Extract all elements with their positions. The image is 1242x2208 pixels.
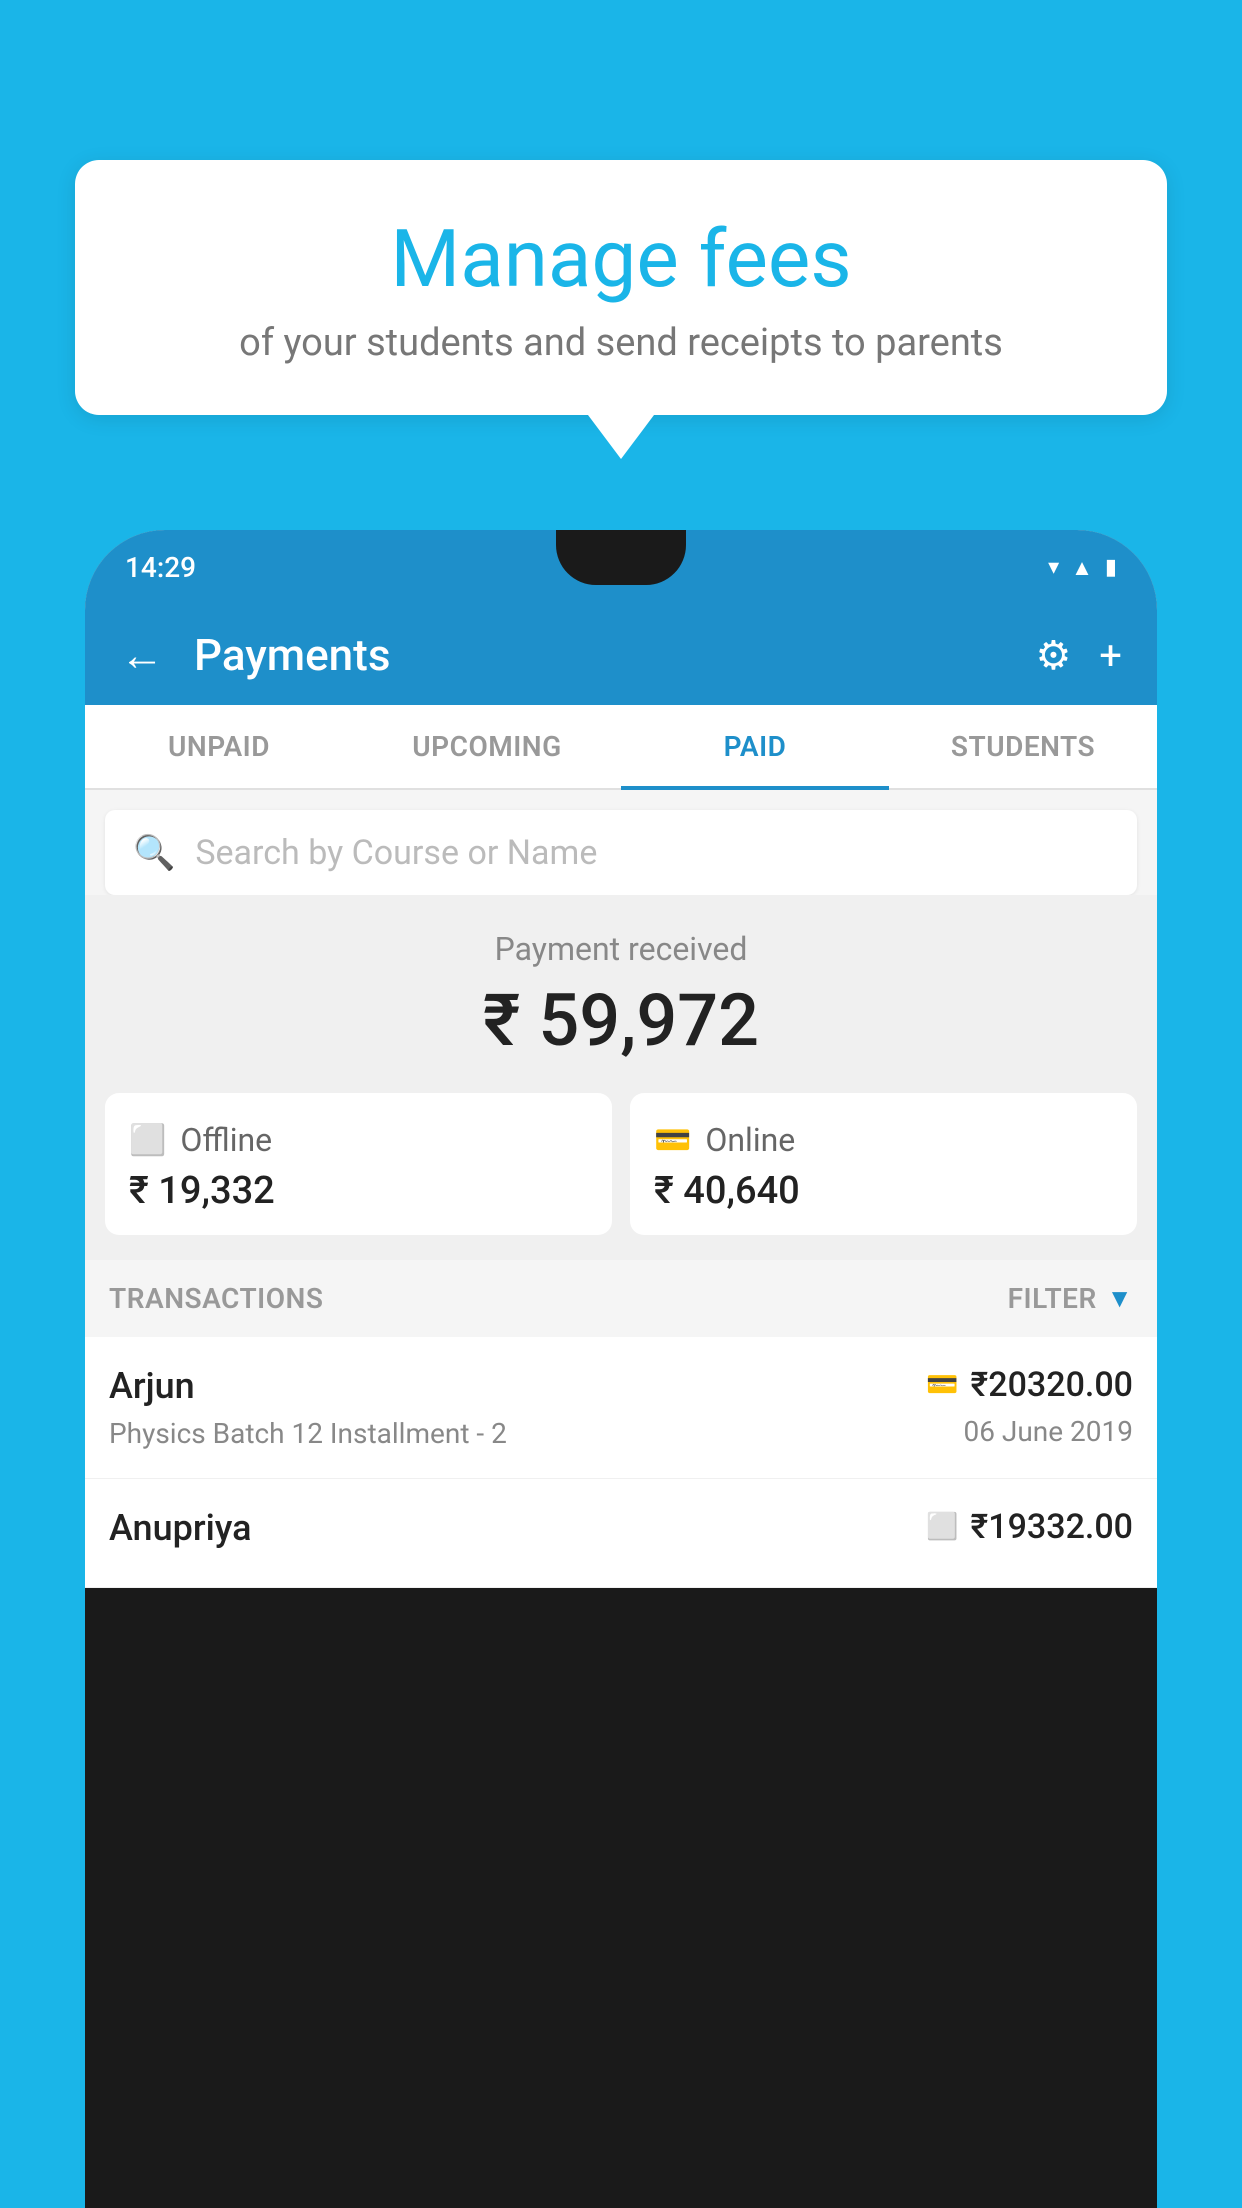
txn-left-2: Anupriya [109, 1507, 926, 1559]
app-content: 🔍 Search by Course or Name Payment recei… [85, 790, 1157, 1588]
txn-date-1: 06 June 2019 [963, 1415, 1133, 1448]
tabs-bar: UNPAID UPCOMING PAID STUDENTS [85, 705, 1157, 790]
txn-amount-1: ₹20320.00 [971, 1365, 1133, 1405]
tab-upcoming[interactable]: UPCOMING [353, 705, 621, 788]
status-time: 14:29 [125, 551, 196, 584]
search-placeholder: Search by Course or Name [195, 833, 597, 873]
payment-cards: ⬜ Offline ₹ 19,332 💳 Online ₹ 40,640 [85, 1093, 1157, 1260]
txn-name-1: Arjun [109, 1365, 926, 1407]
offline-card-header: ⬜ Offline [129, 1121, 588, 1159]
online-amount: ₹ 40,640 [654, 1169, 1113, 1213]
nav-bar: ← Payments ⚙ + [85, 605, 1157, 705]
phone-screen: 14:29 ▾ ▲ ▮ ← Payments ⚙ + UNPAID UPCOMI… [85, 530, 1157, 1588]
payment-received-section: Payment received ₹ 59,972 [85, 895, 1157, 1093]
txn-right-1: 💳 ₹20320.00 06 June 2019 [926, 1365, 1133, 1448]
add-button[interactable]: + [1099, 632, 1122, 679]
main-title: Manage fees [135, 215, 1107, 303]
tab-unpaid[interactable]: UNPAID [85, 705, 353, 788]
txn-amount-row-2: ⬜ ₹19332.00 [926, 1507, 1133, 1547]
tab-paid[interactable]: PAID [621, 705, 889, 788]
txn-left-1: Arjun Physics Batch 12 Installment - 2 [109, 1365, 926, 1450]
transaction-item[interactable]: Arjun Physics Batch 12 Installment - 2 💳… [85, 1337, 1157, 1479]
phone-frame: 14:29 ▾ ▲ ▮ ← Payments ⚙ + UNPAID UPCOMI… [85, 530, 1157, 2208]
status-bar: 14:29 ▾ ▲ ▮ [85, 530, 1157, 605]
offline-amount: ₹ 19,332 [129, 1169, 588, 1213]
offline-card: ⬜ Offline ₹ 19,332 [105, 1093, 612, 1235]
back-button[interactable]: ← [120, 629, 164, 681]
transactions-header: TRANSACTIONS FILTER ▼ [85, 1260, 1157, 1337]
txn-detail-1: Physics Batch 12 Installment - 2 [109, 1417, 926, 1450]
offline-label: Offline [180, 1121, 272, 1159]
payment-total-amount: ₹ 59,972 [105, 978, 1137, 1063]
transaction-item[interactable]: Anupriya ⬜ ₹19332.00 [85, 1479, 1157, 1588]
wifi-icon: ▾ [1048, 555, 1059, 580]
txn-online-icon-1: 💳 [926, 1370, 958, 1400]
signal-icon: ▲ [1071, 555, 1093, 581]
payment-received-label: Payment received [105, 930, 1137, 968]
txn-amount-2: ₹19332.00 [971, 1507, 1133, 1547]
nav-actions: ⚙ + [1035, 632, 1122, 679]
transaction-list: Arjun Physics Batch 12 Installment - 2 💳… [85, 1337, 1157, 1588]
txn-right-2: ⬜ ₹19332.00 [926, 1507, 1133, 1547]
online-label: Online [705, 1121, 795, 1159]
filter-label: FILTER [1008, 1282, 1097, 1315]
txn-name-2: Anupriya [109, 1507, 926, 1549]
offline-icon: ⬜ [129, 1123, 166, 1158]
speech-bubble: Manage fees of your students and send re… [75, 160, 1167, 415]
tab-students[interactable]: STUDENTS [889, 705, 1157, 788]
status-icons: ▾ ▲ ▮ [1048, 555, 1117, 581]
transactions-label: TRANSACTIONS [109, 1282, 323, 1315]
main-subtitle: of your students and send receipts to pa… [135, 321, 1107, 365]
txn-amount-row-1: 💳 ₹20320.00 [926, 1365, 1133, 1405]
online-card-header: 💳 Online [654, 1121, 1113, 1159]
battery-icon: ▮ [1105, 555, 1117, 580]
search-icon: 🔍 [133, 833, 175, 873]
txn-offline-icon-2: ⬜ [926, 1512, 958, 1542]
settings-button[interactable]: ⚙ [1035, 632, 1071, 679]
online-icon: 💳 [654, 1123, 691, 1158]
filter-icon: ▼ [1107, 1283, 1133, 1314]
online-card: 💳 Online ₹ 40,640 [630, 1093, 1137, 1235]
page-title: Payments [194, 629, 1015, 681]
filter-button[interactable]: FILTER ▼ [1008, 1282, 1133, 1315]
search-bar[interactable]: 🔍 Search by Course or Name [105, 810, 1137, 895]
